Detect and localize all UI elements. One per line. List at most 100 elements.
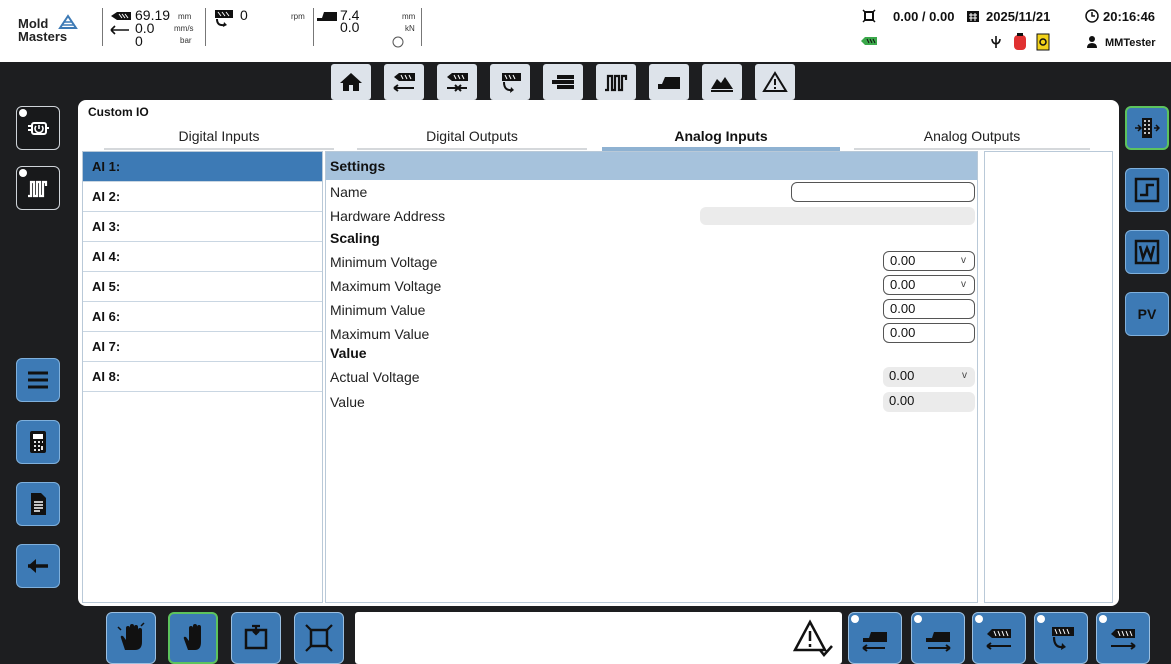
- arrow-left-icon: [110, 25, 129, 35]
- max-voltage-label: Maximum Voltage: [330, 278, 442, 294]
- separator: [205, 8, 206, 46]
- injection-hold-icon: [447, 73, 468, 92]
- min-voltage-field[interactable]: 0.00 v: [883, 251, 975, 271]
- tab-digital-outputs[interactable]: Digital Outputs: [357, 128, 587, 150]
- indicator-dot: [19, 109, 27, 117]
- chart-button[interactable]: [702, 64, 742, 100]
- injection-hold-button[interactable]: [437, 64, 477, 100]
- value-field: 0.00: [883, 392, 975, 412]
- menu-icon: [28, 371, 48, 389]
- carriage-back-button[interactable]: [848, 612, 902, 664]
- ejector-button[interactable]: [543, 64, 583, 100]
- temperature-zones-icon: [28, 180, 48, 198]
- tab-analog-inputs[interactable]: Analog Inputs: [602, 128, 840, 151]
- tab-digital-inputs[interactable]: Digital Inputs: [104, 128, 334, 150]
- semi-auto-button[interactable]: [231, 612, 281, 664]
- injection-pressure-value: 0: [135, 33, 143, 49]
- injection-icon: [111, 12, 131, 20]
- calculator-button[interactable]: [16, 420, 60, 464]
- semi-auto-icon: [244, 624, 268, 650]
- alarm-message-area[interactable]: [355, 612, 842, 664]
- min-voltage-label: Minimum Voltage: [330, 254, 438, 270]
- usb-icon: [991, 36, 1001, 48]
- injection-back-button[interactable]: [384, 64, 424, 100]
- temperature-zones-icon: [605, 74, 628, 92]
- max-voltage-field[interactable]: 0.00 v: [883, 275, 975, 295]
- heaters-icon: [28, 122, 49, 135]
- indicator-dot: [1099, 615, 1107, 623]
- heaters-button[interactable]: [16, 106, 60, 150]
- screw-recovery-icon: [215, 10, 233, 27]
- settings-header: Settings: [326, 152, 977, 180]
- io-module-button[interactable]: [1125, 106, 1169, 150]
- screw-recovery-button[interactable]: [490, 64, 530, 100]
- manual-hand-button[interactable]: [168, 612, 218, 664]
- back-button[interactable]: [16, 544, 60, 588]
- zones-button[interactable]: [16, 166, 60, 210]
- clamp-button[interactable]: [649, 64, 689, 100]
- pv-button[interactable]: PV: [1125, 292, 1169, 336]
- unit-mm: mm: [178, 12, 192, 21]
- temperature-zones-button[interactable]: [596, 64, 636, 100]
- list-item-ai-5[interactable]: AI 5:: [83, 272, 322, 302]
- tab-analog-outputs[interactable]: Analog Outputs: [854, 128, 1090, 150]
- time-display: 20:16:46: [1103, 9, 1156, 24]
- status-circle-icon: [392, 36, 404, 48]
- indicator-dot: [975, 615, 983, 623]
- list-item-ai-2[interactable]: AI 2:: [83, 182, 322, 212]
- separator: [421, 8, 422, 46]
- list-item-ai-4[interactable]: AI 4:: [83, 242, 322, 272]
- chart-icon: [711, 77, 733, 92]
- min-voltage-value: 0.00: [890, 253, 916, 268]
- value-label: Value: [330, 394, 365, 410]
- warning-button[interactable]: [755, 64, 795, 100]
- tab-label: Analog Outputs: [923, 128, 1021, 144]
- injection-forward-button[interactable]: [1096, 612, 1150, 664]
- user-icon: [1087, 36, 1097, 48]
- screw-recovery-icon: [502, 73, 521, 93]
- menu-button[interactable]: [16, 358, 60, 402]
- min-value-field[interactable]: 0.00: [883, 299, 975, 319]
- indicator-dot: [914, 615, 922, 623]
- list-item-ai-8[interactable]: AI 8:: [83, 362, 322, 392]
- list-item-ai-3[interactable]: AI 3:: [83, 212, 322, 242]
- mold-masters-logo: Mold Masters: [18, 14, 78, 43]
- injection-retract-icon: [986, 629, 1011, 650]
- unit-clamp-mm: mm: [402, 12, 416, 21]
- user-name[interactable]: MMTester: [1105, 38, 1156, 49]
- indicator-dot: [851, 615, 859, 623]
- unit-bar: bar: [180, 36, 192, 45]
- detail-pane: [984, 151, 1113, 603]
- name-input[interactable]: [791, 182, 975, 202]
- clock-icon: [1085, 9, 1099, 23]
- max-value-field[interactable]: 0.00: [883, 323, 975, 343]
- list-item-ai-6[interactable]: AI 6:: [83, 302, 322, 332]
- status-yellow-icon: [1036, 33, 1050, 51]
- max-voltage-value: 0.00: [890, 277, 916, 292]
- warning-icon: [762, 71, 788, 92]
- status-bar: Mold Masters 69.19 0.0 0 mm mm/s bar 0 r…: [0, 0, 1171, 62]
- document-button[interactable]: [16, 482, 60, 526]
- digital-signal-button[interactable]: [1125, 168, 1169, 212]
- analog-signal-button[interactable]: [1125, 230, 1169, 274]
- auto-cycle-icon: [305, 624, 333, 652]
- home-button[interactable]: [331, 64, 371, 100]
- list-item-ai-7[interactable]: AI 7:: [83, 332, 322, 362]
- auto-cycle-button[interactable]: [294, 612, 344, 664]
- actual-voltage-label: Actual Voltage: [330, 369, 420, 385]
- tab-label: Digital Inputs: [178, 128, 260, 144]
- injection-retract-button[interactable]: [972, 612, 1026, 664]
- manual-setup-button[interactable]: [106, 612, 156, 664]
- injection-back-icon: [393, 73, 415, 92]
- cycle-icon: [862, 9, 876, 23]
- unit-kn: kN: [405, 24, 415, 33]
- carriage-forward-button[interactable]: [911, 612, 965, 664]
- injection-status-icon: [861, 37, 877, 45]
- injection-carriage-back-icon: [862, 632, 887, 652]
- screw-recovery-button-bottom[interactable]: [1034, 612, 1088, 664]
- alarm-acknowledge-icon: [792, 619, 833, 657]
- tab-underline: [104, 148, 334, 150]
- ejector-icon: [552, 75, 574, 89]
- separator: [313, 8, 314, 46]
- list-item-ai-1[interactable]: AI 1:: [83, 152, 322, 182]
